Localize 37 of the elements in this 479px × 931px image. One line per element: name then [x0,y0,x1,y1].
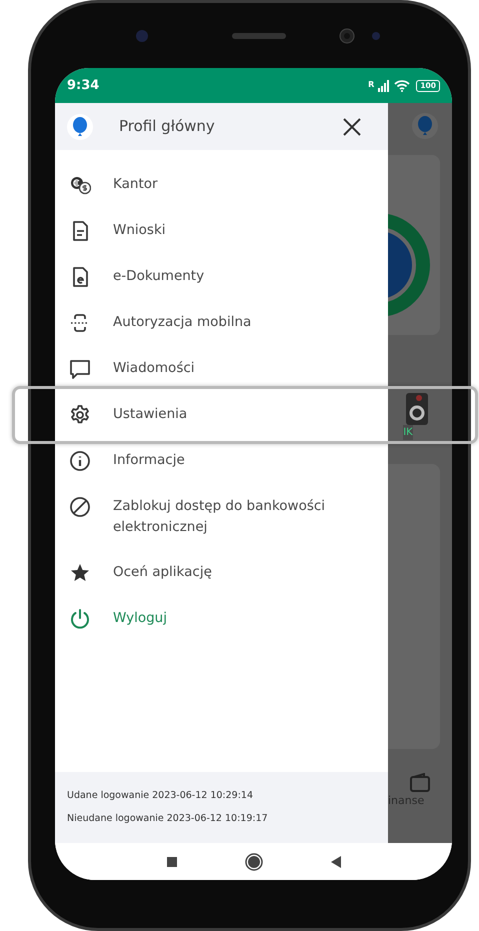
shortcut-label: IK [403,425,413,440]
wifi-icon [394,79,410,92]
camera-icon [135,28,149,42]
menu-item[interactable]: Ustawienia [55,392,388,438]
drawer-title: Profil główny [119,116,216,138]
settings-icon [69,404,91,426]
status-time: 9:34 [67,76,100,95]
menu-item[interactable]: Zablokuj dostęp do bankowości elektronicznej [55,484,388,550]
back-icon[interactable] [330,856,340,868]
login-info: Nieudane logowanie 2023-06-12 10:19:17 [67,812,269,826]
menu-item[interactable]: Autoryzacja mobilna [55,300,388,346]
menu-item[interactable]: Informacje [55,438,388,484]
speaker-icon [232,32,286,38]
balloon-icon [412,113,438,139]
signal-icon [378,80,390,92]
recents-icon[interactable] [166,856,176,866]
wallet-icon [409,773,431,793]
menu-item[interactable]: Kantor [55,162,388,208]
balloon-icon [67,114,93,140]
menu-item[interactable]: Wyloguj [55,596,388,642]
power-icon [69,608,91,630]
login-info: Udane logowanie 2023-06-12 10:29:14 [67,788,254,803]
signal-label: R [368,79,374,91]
close-icon[interactable] [342,116,362,136]
menu-item[interactable]: e-Dokumenty [55,254,388,300]
star-icon [69,562,91,584]
menu-item[interactable]: Wnioski [55,208,388,254]
info-icon [69,450,91,472]
app-icon [406,393,428,425]
sensor-icon [339,28,355,44]
menu-item[interactable]: Wiadomości [55,346,388,392]
home-icon[interactable] [244,852,262,870]
block-icon [69,496,91,518]
menu-item[interactable]: Oceń aplikację [55,550,388,596]
currency-icon [69,174,91,196]
message-icon [69,358,91,380]
sensor-icon [371,30,381,40]
